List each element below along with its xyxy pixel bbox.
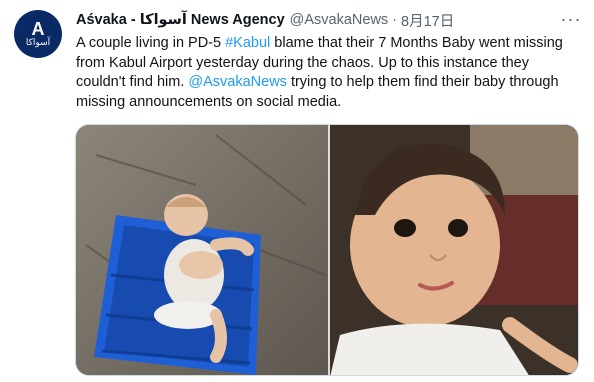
tweet-text-line-4: missing announcements on social media. (76, 93, 581, 113)
tweet[interactable]: A آسواکا Aśvaka - آسواکا News Agency @As… (0, 0, 594, 382)
text-segment: couldn't find him. (76, 74, 189, 90)
author-name[interactable]: Aśvaka - آسواکا News Agency (76, 12, 285, 28)
tweet-date[interactable]: 8月17日 (401, 10, 454, 31)
text-segment: missing announcements on social media. (76, 93, 342, 110)
photo-baby-in-blue-crate-art (76, 125, 328, 375)
more-options-icon[interactable]: ··· (560, 9, 582, 29)
text-segment: from Kabul Airport yesterday during the … (76, 54, 529, 71)
hashtag-link-kabul[interactable]: #Kabul (225, 35, 270, 51)
photo-baby-closeup[interactable] (330, 125, 578, 375)
photo-baby-in-blue-crate[interactable] (76, 125, 328, 375)
author-handle[interactable]: @AsvakaNews (290, 12, 389, 28)
text-segment: blame that their 7 Months Baby went miss… (270, 35, 563, 51)
tweet-text-line-2: from Kabul Airport yesterday during the … (76, 54, 581, 74)
tweet-text-line-3: couldn't find him. @AsvakaNews trying to… (76, 73, 581, 93)
avatar-logo-mark: A (31, 19, 45, 39)
tweet-header: Aśvaka - آسواکا News Agency @AsvakaNews … (76, 10, 454, 31)
avatar-logo-text: آسواکا (25, 38, 51, 48)
media-grid (75, 124, 579, 376)
tweet-text-line-1: A couple living in PD-5 #Kabul blame tha… (76, 34, 581, 54)
photo-baby-closeup-art (330, 125, 578, 375)
tweet-text: A couple living in PD-5 #Kabul blame tha… (76, 34, 581, 112)
separator-dot: · (392, 12, 398, 28)
mention-link-asvakanews[interactable]: @AsvakaNews (188, 74, 287, 90)
text-segment: A couple living in PD-5 (76, 35, 226, 51)
avatar[interactable]: A آسواکا (14, 10, 62, 58)
text-segment: trying to help them find their baby thro… (286, 74, 559, 90)
